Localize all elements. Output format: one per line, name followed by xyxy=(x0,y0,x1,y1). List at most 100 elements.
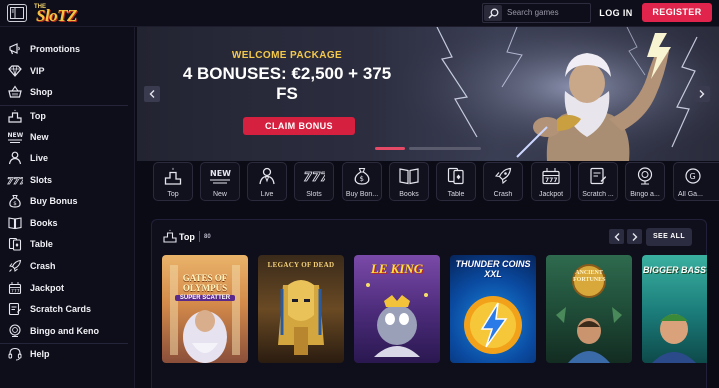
rocket-icon xyxy=(484,166,522,186)
new-badge-icon: NEW xyxy=(201,166,239,186)
banner-next-button[interactable] xyxy=(694,86,710,102)
sidebar-item-top[interactable]: Top xyxy=(0,106,135,126)
login-button[interactable]: LOG IN xyxy=(596,6,636,20)
banner-title-line1: 4 BONUSES: €2,500 + 375 xyxy=(182,64,392,83)
podium-icon xyxy=(7,108,23,124)
category-buy-bonus[interactable]: $ Buy Bon... xyxy=(342,162,382,201)
category-label: Table xyxy=(447,191,465,198)
sidebar-item-label: Promotions xyxy=(30,44,81,54)
category-live[interactable]: Live xyxy=(247,162,287,201)
category-table[interactable]: Table xyxy=(436,162,476,201)
sidebar-item-books[interactable]: Books xyxy=(0,213,135,233)
svg-text:777: 777 xyxy=(7,177,23,187)
svg-text:777: 777 xyxy=(11,289,20,295)
game-tile[interactable]: LE KING xyxy=(354,255,440,363)
site-logo[interactable]: THE SloTZ xyxy=(34,3,77,25)
category-label: Jackpot xyxy=(538,191,564,198)
banner-dot[interactable] xyxy=(409,147,481,150)
see-all-button[interactable]: SEE ALL xyxy=(646,228,692,246)
diamond-icon xyxy=(7,63,23,79)
jackpot-icon: 777 xyxy=(532,166,570,186)
sidebar-item-shop[interactable]: Shop xyxy=(0,82,135,102)
slot-777-icon: 777 xyxy=(295,166,333,186)
category-bar: Top NEW New Live 777 Slots $ Buy Bon... xyxy=(137,161,719,201)
game-tile[interactable]: LEGACY OF DEAD xyxy=(258,255,344,363)
claim-bonus-button[interactable]: CLAIM BONUS xyxy=(243,117,355,135)
game-tile[interactable]: BIGGER BASS xyxy=(642,255,707,363)
game-title: LE KING xyxy=(370,261,424,276)
category-bingo-and-keno[interactable]: Bingo a... xyxy=(625,162,665,201)
sidebar-item-crash[interactable]: Crash xyxy=(0,256,135,276)
banner-subtitle: WELCOME PACKAGE xyxy=(231,50,343,61)
zeus-illustration xyxy=(397,27,719,161)
sidebar-item-help[interactable]: Help xyxy=(0,344,135,364)
banner-title-line2: FS xyxy=(276,84,298,103)
cards-icon xyxy=(7,236,23,252)
bingo-ball-icon xyxy=(7,323,23,339)
game-tile[interactable]: THUNDER COINS XXL xyxy=(450,255,536,363)
sidebar-item-jackpot[interactable]: 777 Jackpot xyxy=(0,278,135,298)
svg-text:NEW: NEW xyxy=(8,132,24,139)
game-tile-art xyxy=(278,280,324,355)
rocket-icon xyxy=(7,258,23,274)
sidebar-item-label: Shop xyxy=(30,87,53,97)
sidebar-item-table[interactable]: Table xyxy=(0,234,135,254)
svg-text:NEW: NEW xyxy=(210,169,231,178)
sidebar-item-live[interactable]: Live xyxy=(0,148,135,168)
game-title: ANCIENT FORTUNES xyxy=(573,270,606,283)
sidebar-item-vip[interactable]: VIP xyxy=(0,61,135,81)
sidebar-item-label: VIP xyxy=(30,66,45,76)
category-label: Crash xyxy=(493,191,513,198)
svg-text:777: 777 xyxy=(304,170,326,184)
bingo-ball-icon xyxy=(626,166,664,186)
sidebar-item-bingo-and-keno[interactable]: Bingo and Keno xyxy=(0,321,135,341)
game-title: GATES OF OLYMPUS xyxy=(182,273,228,293)
sidebar: Promotions VIP Shop Top NEW New Live 77 … xyxy=(0,27,135,388)
category-label: All Ga... xyxy=(678,191,703,198)
games-prev-button[interactable] xyxy=(609,229,624,244)
podium-icon xyxy=(154,166,192,186)
basket-icon xyxy=(7,84,23,100)
category-scratch-cards[interactable]: Scratch ... xyxy=(578,162,618,201)
sidebar-item-promotions[interactable]: Promotions xyxy=(0,39,135,59)
promo-banner[interactable]: WELCOME PACKAGE 4 BONUSES: €2,500 + 375 … xyxy=(137,27,719,161)
game-tile-art xyxy=(170,265,240,363)
category-books[interactable]: Books xyxy=(389,162,429,201)
search-input[interactable]: Search games xyxy=(482,3,591,23)
sidebar-toggle-button[interactable] xyxy=(7,4,27,22)
category-jackpot[interactable]: 777 Jackpot xyxy=(531,162,571,201)
game-tile[interactable]: GATES OF OLYMPUS SUPER SCATTER xyxy=(162,255,248,363)
sidebar-item-scratch-cards[interactable]: Scratch Cards xyxy=(0,299,135,319)
category-slots[interactable]: 777 Slots xyxy=(294,162,334,201)
sidebar-item-slots[interactable]: 777 Slots xyxy=(0,170,135,190)
chevron-right-icon xyxy=(632,232,637,241)
category-label: Top xyxy=(167,191,179,198)
category-crash[interactable]: Crash xyxy=(483,162,523,201)
category-top[interactable]: Top xyxy=(153,162,193,201)
banner-prev-button[interactable] xyxy=(144,86,160,102)
podium-icon xyxy=(163,229,177,243)
register-button[interactable]: REGISTER xyxy=(642,3,712,22)
money-bag-icon: $ xyxy=(343,166,381,186)
sidebar-item-label: Slots xyxy=(30,175,53,185)
sidebar-item-label: Bingo and Keno xyxy=(30,326,99,336)
megaphone-icon xyxy=(7,41,23,57)
svg-text:777: 777 xyxy=(545,177,558,184)
category-label: Live xyxy=(260,191,274,198)
game-tile[interactable]: ANCIENT FORTUNES xyxy=(546,255,632,363)
section-count: 80 xyxy=(204,234,211,240)
banner-dot-active[interactable] xyxy=(375,147,405,150)
new-badge-icon: NEW xyxy=(7,129,23,145)
search-placeholder: Search games xyxy=(507,8,559,17)
sidebar-item-buy-bonus[interactable]: $ Buy Bonus xyxy=(0,191,135,211)
category-all-games[interactable]: G All Ga... xyxy=(673,162,719,201)
sidebar-item-new[interactable]: NEW New xyxy=(0,127,135,147)
games-next-button[interactable] xyxy=(627,229,642,244)
book-icon xyxy=(7,215,23,231)
sidebar-toggle-icon xyxy=(10,7,24,19)
sidebar-item-label: Jackpot xyxy=(30,283,65,293)
sidebar-item-label: Live xyxy=(30,153,49,163)
category-label: Books xyxy=(399,191,419,198)
category-new[interactable]: NEW New xyxy=(200,162,240,201)
sidebar-item-label: Buy Bonus xyxy=(30,196,78,206)
